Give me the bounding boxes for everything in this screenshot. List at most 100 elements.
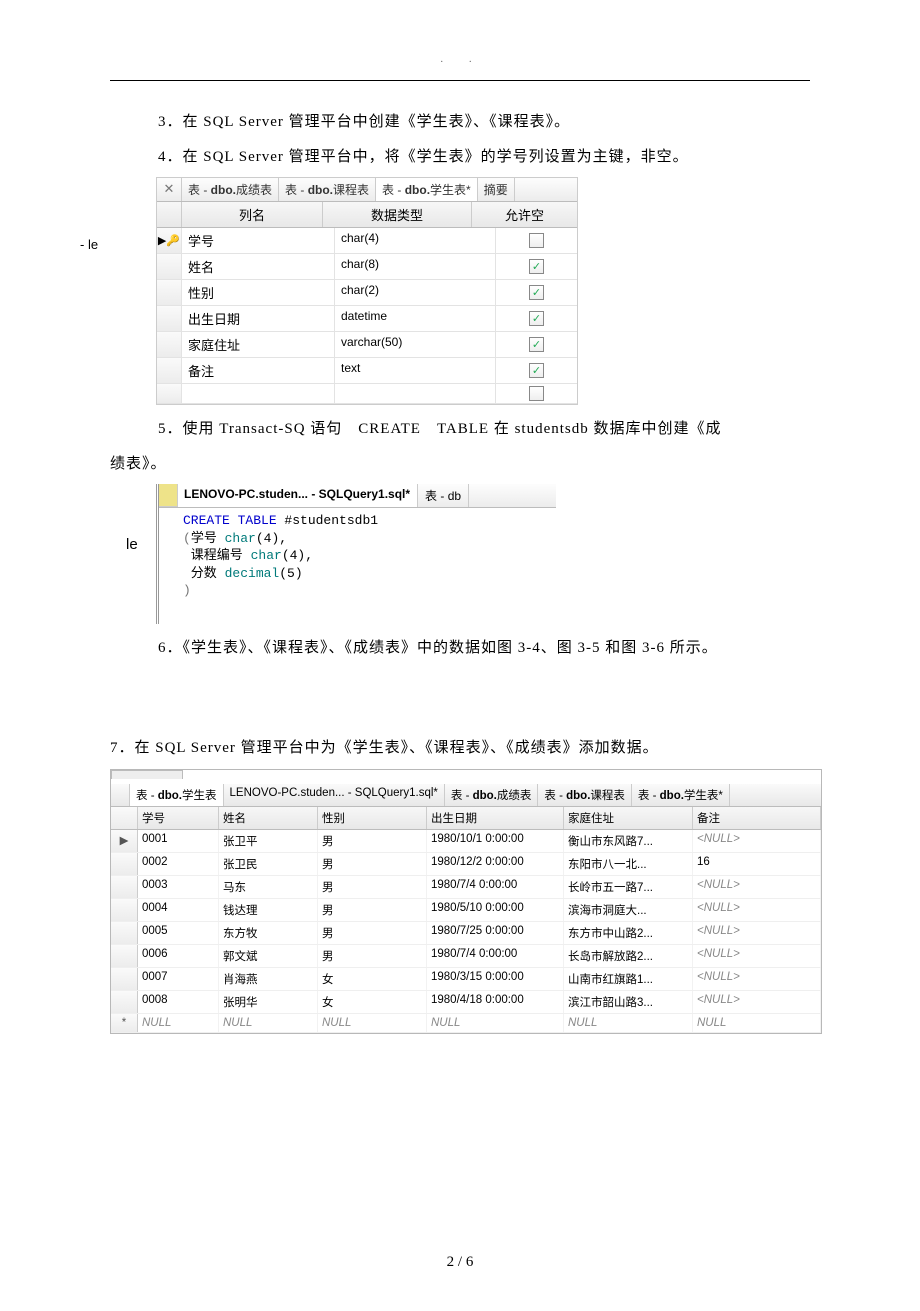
col-name-cell[interactable]: 出生日期: [182, 306, 335, 331]
grid-cell[interactable]: 张明华: [219, 991, 318, 1013]
grid-cell[interactable]: 滨海市洞庭大...: [564, 899, 693, 921]
grid-cell[interactable]: 1980/4/18 0:00:00: [427, 991, 564, 1013]
grid-cell[interactable]: NULL: [427, 1014, 564, 1032]
checkbox-icon[interactable]: ✓: [529, 337, 544, 352]
grid-cell[interactable]: NULL: [564, 1014, 693, 1032]
grid-cell[interactable]: 东方市中山路2...: [564, 922, 693, 944]
grid-tab-1[interactable]: LENOVO-PC.studen... - SQLQuery1.sql*: [224, 784, 445, 806]
grid-cell[interactable]: 男: [318, 853, 427, 875]
row-selector[interactable]: [157, 254, 182, 279]
col-null-cell[interactable]: ✓: [496, 228, 577, 253]
col-name-cell[interactable]: 备注: [182, 358, 335, 383]
grid-cell[interactable]: 1980/10/1 0:00:00: [427, 830, 564, 852]
grid-cell[interactable]: 男: [318, 945, 427, 967]
tab-summary[interactable]: 摘要: [478, 178, 515, 201]
grid-cell[interactable]: 衡山市东风路7...: [564, 830, 693, 852]
col-type-cell[interactable]: char(8): [335, 254, 496, 279]
grid-cell[interactable]: 长岭市五一路7...: [564, 876, 693, 898]
grid-cell[interactable]: 0008: [138, 991, 219, 1013]
grid-cell[interactable]: 1980/7/4 0:00:00: [427, 945, 564, 967]
grid-cell[interactable]: 滨江市韶山路3...: [564, 991, 693, 1013]
table-row[interactable]: 出生日期datetime ✓: [157, 306, 577, 332]
grid-cell[interactable]: 1980/5/10 0:00:00: [427, 899, 564, 921]
table-row[interactable]: ▶0001张卫平男1980/10/1 0:00:00衡山市东风路7...<NUL…: [111, 830, 821, 853]
grid-cell[interactable]: <NULL>: [693, 922, 821, 944]
table-row[interactable]: 0006郭文斌男1980/7/4 0:00:00长岛市解放路2...<NULL>: [111, 945, 821, 968]
table-row[interactable]: 家庭住址varchar(50) ✓: [157, 332, 577, 358]
grid-cell[interactable]: 男: [318, 922, 427, 944]
grid-cell[interactable]: 0007: [138, 968, 219, 990]
col-type-cell[interactable]: varchar(50): [335, 332, 496, 357]
table-row[interactable]: *NULLNULLNULLNULLNULLNULL: [111, 1014, 821, 1033]
tab-score[interactable]: 表 - dbo.成绩表: [182, 178, 279, 201]
table-row[interactable]: 姓名char(8) ✓: [157, 254, 577, 280]
close-icon[interactable]: ✕: [157, 178, 182, 201]
grid-cell[interactable]: 1980/7/25 0:00:00: [427, 922, 564, 944]
table-row[interactable]: ▶🔑学号char(4)✓: [157, 228, 577, 254]
table-row[interactable]: 0004钱达理男1980/5/10 0:00:00滨海市洞庭大...<NULL>: [111, 899, 821, 922]
grid-cell[interactable]: 1980/3/15 0:00:00: [427, 968, 564, 990]
grid-cell[interactable]: 马东: [219, 876, 318, 898]
row-selector[interactable]: [157, 306, 182, 331]
tab-student-active[interactable]: 表 - dbo.学生表*: [376, 178, 478, 201]
grid-tab-0[interactable]: 表 - dbo.学生表: [130, 784, 224, 806]
grid-cell[interactable]: 男: [318, 899, 427, 921]
col-type-cell[interactable]: text: [335, 358, 496, 383]
grid-cell[interactable]: 0006: [138, 945, 219, 967]
table-row[interactable]: 0003马东男1980/7/4 0:00:00长岭市五一路7...<NULL>: [111, 876, 821, 899]
col-name-cell[interactable]: 家庭住址: [182, 332, 335, 357]
grid-cell[interactable]: 1980/12/2 0:00:00: [427, 853, 564, 875]
checkbox-icon[interactable]: ✓: [529, 386, 544, 401]
grid-cell[interactable]: NULL: [138, 1014, 219, 1032]
grid-cell[interactable]: <NULL>: [693, 830, 821, 852]
grid-cell[interactable]: 0004: [138, 899, 219, 921]
grid-cell[interactable]: 16: [693, 853, 821, 875]
grid-tab-2[interactable]: 表 - dbo.成绩表: [445, 784, 539, 806]
grid-cell[interactable]: 0001: [138, 830, 219, 852]
grid-cell[interactable]: 0002: [138, 853, 219, 875]
col-null-cell[interactable]: ✓: [496, 280, 577, 305]
grid-cell[interactable]: 东方牧: [219, 922, 318, 944]
table-row[interactable]: 0002张卫民男1980/12/2 0:00:00东阳市八一北...16: [111, 853, 821, 876]
grid-cell[interactable]: 长岛市解放路2...: [564, 945, 693, 967]
col-null-cell[interactable]: ✓: [496, 306, 577, 331]
tab-db[interactable]: 表 - db: [418, 484, 469, 507]
col-null-cell[interactable]: ✓: [496, 358, 577, 383]
grid-cell[interactable]: NULL: [318, 1014, 427, 1032]
grid-cell[interactable]: 钱达理: [219, 899, 318, 921]
grid-cell[interactable]: 男: [318, 876, 427, 898]
col-name-cell[interactable]: 学号: [182, 228, 335, 253]
grid-cell[interactable]: 张卫民: [219, 853, 318, 875]
grid-cell[interactable]: 张卫平: [219, 830, 318, 852]
row-selector[interactable]: [157, 332, 182, 357]
grid-cell[interactable]: <NULL>: [693, 945, 821, 967]
row-selector[interactable]: [157, 358, 182, 383]
grid-cell[interactable]: NULL: [219, 1014, 318, 1032]
grid-cell[interactable]: 肖海燕: [219, 968, 318, 990]
grid-cell[interactable]: 男: [318, 830, 427, 852]
col-null-cell[interactable]: ✓: [496, 254, 577, 279]
col-type-cell[interactable]: char(4): [335, 228, 496, 253]
grid-cell[interactable]: <NULL>: [693, 968, 821, 990]
grid-cell[interactable]: 1980/7/4 0:00:00: [427, 876, 564, 898]
sql-code[interactable]: CREATE TABLE #studentsdb1 (学号 char(4), 课…: [159, 508, 556, 624]
grid-cell[interactable]: 女: [318, 968, 427, 990]
table-row[interactable]: 备注text✓: [157, 358, 577, 384]
grid-cell[interactable]: NULL: [693, 1014, 821, 1032]
grid-cell[interactable]: 郭文斌: [219, 945, 318, 967]
grid-cell[interactable]: 0005: [138, 922, 219, 944]
checkbox-icon[interactable]: ✓: [529, 311, 544, 326]
grid-cell[interactable]: 0003: [138, 876, 219, 898]
grid-tab-3[interactable]: 表 - dbo.课程表: [538, 784, 632, 806]
table-row[interactable]: 0008张明华女1980/4/18 0:00:00滨江市韶山路3...<NULL…: [111, 991, 821, 1014]
checkbox-icon[interactable]: ✓: [529, 233, 544, 248]
col-null-cell[interactable]: ✓: [496, 332, 577, 357]
table-row[interactable]: 0005东方牧男1980/7/25 0:00:00东方市中山路2...<NULL…: [111, 922, 821, 945]
table-row[interactable]: 性别char(2)✓: [157, 280, 577, 306]
checkbox-icon[interactable]: ✓: [529, 259, 544, 274]
col-name-cell[interactable]: 姓名: [182, 254, 335, 279]
col-type-cell[interactable]: datetime: [335, 306, 496, 331]
grid-cell[interactable]: 山南市红旗路1...: [564, 968, 693, 990]
tab-course[interactable]: 表 - dbo.课程表: [279, 178, 376, 201]
tab-sqlquery[interactable]: LENOVO-PC.studen... - SQLQuery1.sql*: [177, 484, 418, 507]
